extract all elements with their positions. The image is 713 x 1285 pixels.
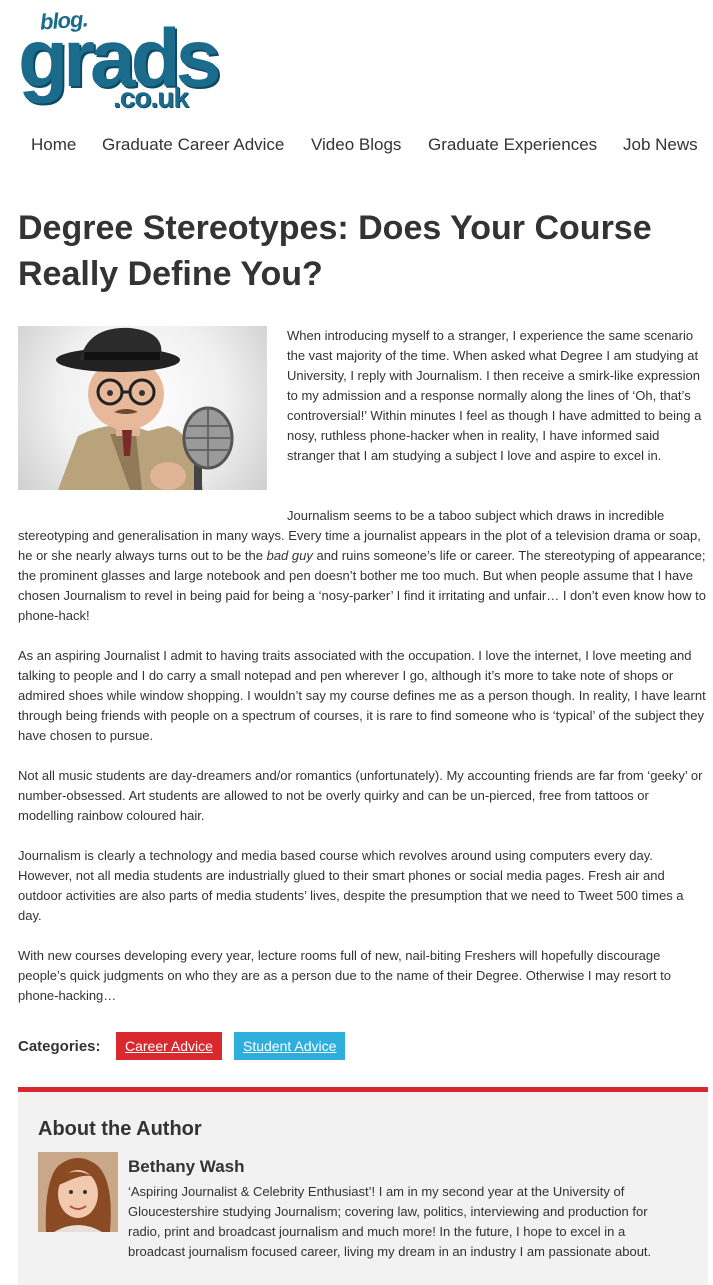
article-paragraph-1: When introducing myself to a stranger, I…: [287, 328, 702, 463]
nav-item-job-news[interactable]: Job News: [623, 135, 698, 155]
nav-item-graduate-career-advice[interactable]: Graduate Career Advice: [102, 135, 284, 155]
journalist-illustration: [56, 327, 234, 490]
article-paragraph-4: Not all music students are day-dreamers …: [18, 768, 703, 823]
main-nav: Home Graduate Career Advice Video Blogs …: [0, 135, 713, 157]
author-box: About the Author Bethany Wash ‘Aspiring …: [18, 1087, 708, 1285]
nav-item-video-blogs[interactable]: Video Blogs: [311, 135, 401, 155]
category-tag-career-advice[interactable]: Career Advice: [116, 1032, 222, 1060]
nav-item-home[interactable]: Home: [31, 135, 76, 155]
article-title: Degree Stereotypes: Does Your Course Rea…: [18, 209, 652, 293]
article-paragraph-6: With new courses developing every year, …: [18, 948, 672, 1003]
author-avatar: [38, 1152, 118, 1232]
article-paragraph-5: Journalism is clearly a technology and m…: [18, 848, 684, 923]
article-image: [18, 326, 267, 490]
categories-label: Categories:: [18, 1038, 101, 1055]
author-bio: ‘Aspiring Journalist & Celebrity Enthusi…: [128, 1184, 652, 1259]
article-paragraph-3: As an aspiring Journalist I admit to hav…: [18, 648, 706, 743]
author-photo-icon: [38, 1152, 118, 1232]
article-paragraph-2: Journalism seems to be a taboo subject w…: [18, 506, 708, 626]
author-heading: About the Author: [38, 1118, 202, 1140]
nav-item-graduate-experiences[interactable]: Graduate Experiences: [428, 135, 597, 155]
category-tag-student-advice[interactable]: Student Advice: [234, 1032, 346, 1060]
logo-couk-text: .co.uk: [113, 82, 189, 113]
site-logo[interactable]: blog. grads .co.uk: [18, 6, 221, 113]
paragraph-2-emphasis: bad guy: [266, 548, 313, 563]
author-name[interactable]: Bethany Wash: [128, 1157, 245, 1177]
